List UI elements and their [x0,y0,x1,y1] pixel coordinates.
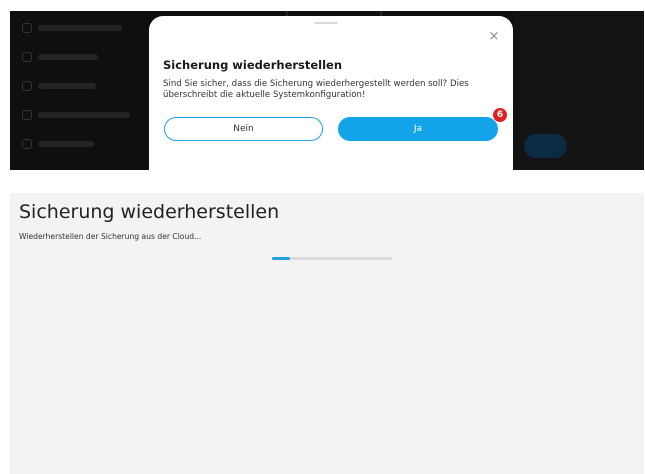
sidebar-item [22,77,96,95]
progress-bar [272,257,392,260]
sidebar-item [22,48,98,66]
dialog-drag-handle[interactable] [314,22,338,24]
menu-item-icon [22,81,32,91]
progress-bar-fill [272,257,290,260]
menu-item-icon [22,23,32,33]
close-icon[interactable]: × [487,30,501,44]
status-text: Wiederherstellen der Sicherung aus der C… [19,232,202,241]
background-sidebar-menu [10,11,150,170]
restore-progress-screenshot: Sicherung wiederherstellen Wiederherstel… [10,193,644,474]
confirm-restore-screenshot: × Sicherung wiederherstellen Sind Sie si… [10,11,644,170]
dialog-message: Sind Sie sicher, dass die Sicherung wied… [163,79,469,100]
confirm-button-label: Ja [413,124,423,134]
page-title: Sicherung wiederherstellen [19,201,280,223]
cancel-button[interactable]: Nein [164,117,323,141]
confirm-button[interactable]: Ja [338,117,498,141]
sidebar-item [22,135,94,153]
menu-item-icon [22,139,32,149]
cancel-button-label: Nein [233,124,254,134]
sidebar-item [22,106,130,124]
restore-confirm-dialog: × Sicherung wiederherstellen Sind Sie si… [149,16,513,170]
dialog-title: Sicherung wiederherstellen [163,58,343,72]
background-button [524,134,567,158]
menu-item-icon [22,52,32,62]
step-number-badge: 6 [493,108,507,122]
sidebar-item [22,19,122,37]
menu-item-icon [22,110,32,120]
